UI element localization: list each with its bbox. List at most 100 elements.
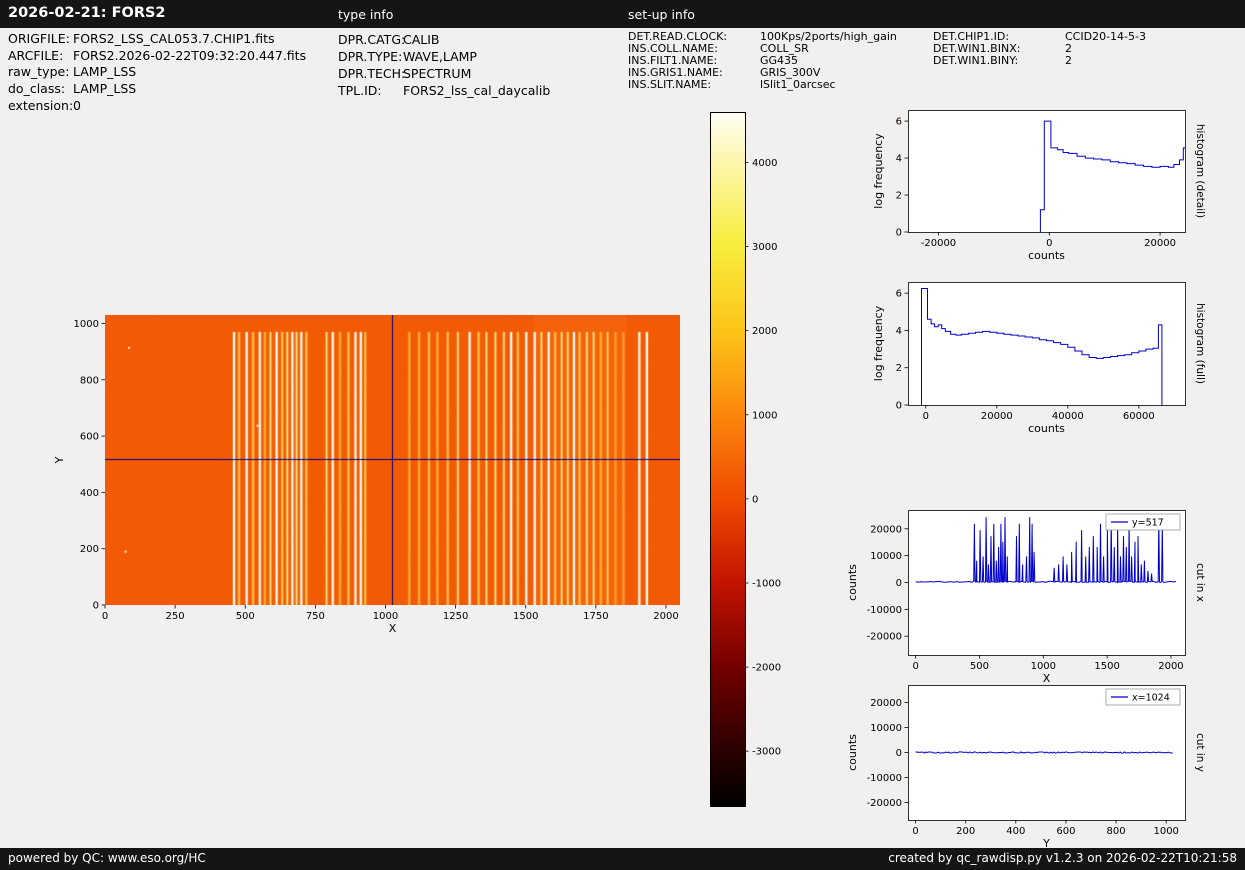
- cut_x-legend-label: y=517: [1132, 518, 1164, 529]
- hist_detail-data-line: [1039, 120, 1185, 232]
- raw_image-xtick-label: 2000: [653, 611, 678, 622]
- raw_image-xtick-label: 500: [236, 611, 255, 622]
- rawtype-label: raw_type:: [8, 64, 70, 79]
- arcfile-row: ARCFILE: FORS2.2026-02-22T09:32:20.447.fi…: [8, 48, 306, 63]
- raw_image-xtick-label: 1500: [513, 611, 538, 622]
- raw_image-ytick-label: 0: [93, 601, 99, 612]
- raw-spectrum-image: [105, 315, 680, 605]
- hist_full-xtick-label: 60000: [1123, 411, 1155, 422]
- cut_y-ytick-label: 10000: [870, 723, 902, 734]
- raw_image-xtick-label: 750: [306, 611, 325, 622]
- hist_full-plot: 0 20000 40000 60000 0 2 4 6 counts log frequency h…: [872, 282, 1206, 435]
- cut_x-legend: [1105, 513, 1181, 531]
- colorbar-ticks: 4000 3000 2000 1000 0 -1000 -2000 -3000: [745, 158, 781, 758]
- raw_image-xtick-label: 1000: [373, 611, 398, 622]
- dpr-type-value: WAVE,LAMP: [403, 49, 477, 64]
- hist_detail-xlabel: counts: [1028, 249, 1065, 262]
- slit-name-value: lSlit1_0arcsec: [760, 78, 836, 91]
- cut_y-data-line: [915, 751, 1173, 754]
- rawtype-row: raw_type: LAMP_LSS: [8, 64, 136, 79]
- cut_x-xtick-label: 500: [970, 661, 989, 672]
- cut_x-xtick-label: 1000: [1031, 661, 1056, 672]
- cut_x-ytick-label: 0: [896, 578, 902, 589]
- doclass-row: do_class: LAMP_LSS: [8, 81, 136, 96]
- dpr-catg-label: DPR.CATG:: [338, 32, 406, 47]
- cut_x-ytick-label: 10000: [870, 551, 902, 562]
- hist_detail-ytick-label: 0: [896, 228, 902, 239]
- extension-label: extension:: [8, 98, 74, 113]
- qc-report-page: 2026-02-21: FORS2 type info set-up info …: [0, 0, 1245, 870]
- raw_image-ytick-label: 400: [80, 488, 99, 499]
- cut_x-xlabel: X: [1043, 672, 1051, 685]
- hist_detail-ylabel: log frequency: [872, 133, 885, 209]
- hist_full-ylabel: log frequency: [872, 305, 885, 381]
- cut_y-ytick-label: -20000: [867, 798, 902, 809]
- cut_x-ytick-label: -10000: [867, 605, 902, 616]
- cut_x-rlabel: cut in x: [1194, 563, 1206, 602]
- biny-label: DET.WIN1.BINY:: [933, 54, 1019, 67]
- slit-name-row: INS.SLIT.NAME: lSlit1_0arcsec: [628, 78, 836, 91]
- hist_full-xtick-label: 20000: [981, 411, 1013, 422]
- colorbar-tick-label: 0: [752, 494, 758, 505]
- type-info-heading: type info: [338, 7, 394, 22]
- cut_y-legend-label: x=1024: [1132, 693, 1170, 704]
- dpr-tech-label: DPR.TECH:: [338, 66, 406, 81]
- slit-name-label: INS.SLIT.NAME:: [628, 78, 712, 91]
- arcfile-value: FORS2.2026-02-22T09:32:20.447.fits: [73, 48, 307, 63]
- footer-bar: powered by QC: www.eso.org/HC created by…: [0, 848, 1245, 870]
- cut_y-ytick-label: -10000: [867, 773, 902, 784]
- cut_x-xtick-label: 0: [912, 661, 918, 672]
- colorbar-tick-label: 3000: [752, 242, 777, 253]
- origfile-row: ORIGFILE: FORS2_LSS_CAL053.7.CHIP1.fits: [8, 31, 275, 46]
- dpr-tech-row: DPR.TECH:SPECTRUM: [338, 66, 471, 81]
- cut_x-plot: 0 500 1000 1500 2000 -20000 -10000 0 10000 20000 X…: [846, 510, 1206, 685]
- creation-info: created by qc_rawdisp.py v1.2.3 on 2026-…: [888, 851, 1237, 865]
- rawtype-value: LAMP_LSS: [73, 64, 137, 79]
- cut_x-xtick-label: 1500: [1094, 661, 1119, 672]
- dpr-type-row: DPR.TYPE:WAVE,LAMP: [338, 49, 477, 64]
- setup-info-heading: set-up info: [628, 7, 695, 22]
- cut_y-ylabel: counts: [846, 734, 859, 771]
- hist_full-data-line: [921, 288, 1163, 405]
- raw_image-xtick-label: 1750: [583, 611, 608, 622]
- raw_image-ytick-label: 1000: [74, 319, 99, 330]
- biny-value: 2: [1065, 54, 1072, 67]
- raw_image-xtick-label: 250: [166, 611, 185, 622]
- header-bar: 2026-02-21: FORS2 type info set-up info: [0, 0, 1245, 28]
- tpl-id-row: TPL.ID: FORS2_lss_cal_daycalib: [338, 83, 550, 98]
- raw_image-ytick-label: 800: [80, 375, 99, 386]
- cut_y-ytick-label: 20000: [870, 698, 902, 709]
- hist_detail-ytick-label: 4: [896, 154, 902, 165]
- dpr-catg-row: DPR.CATG:CALIB: [338, 32, 440, 47]
- dpr-tech-value: SPECTRUM: [403, 66, 472, 81]
- hist_full-rlabel: histogram (full): [1194, 303, 1206, 384]
- cut_x-data-line: [915, 517, 1177, 584]
- hist_full-ytick-label: 0: [896, 401, 902, 412]
- hist_detail-xtick-label: -20000: [921, 238, 956, 249]
- qc-home-link[interactable]: powered by QC: www.eso.org/HC: [8, 851, 206, 865]
- cut_x-ylabel: counts: [846, 564, 859, 601]
- origfile-label: ORIGFILE:: [8, 31, 70, 46]
- hist_detail-plot: -20000 0 20000 0 2 4 6 counts log frequency histo…: [872, 110, 1206, 262]
- cut_y-axes-frame: [908, 685, 1186, 821]
- hist_detail-ytick-label: 2: [896, 191, 902, 202]
- hist_full-ytick-label: 6: [896, 289, 902, 300]
- hist_detail-xtick-label: 20000: [1144, 238, 1176, 249]
- cut_y-rlabel: cut in y: [1194, 733, 1206, 772]
- cut_y-xtick-label: 400: [1006, 826, 1025, 837]
- report-title: 2026-02-21: FORS2: [8, 5, 166, 21]
- origfile-value: FORS2_LSS_CAL053.7.CHIP1.fits: [73, 31, 275, 46]
- doclass-label: do_class:: [8, 81, 66, 96]
- hist_full-ytick-label: 2: [896, 363, 902, 374]
- chip-id-value: CCID20-14-5-3: [1065, 30, 1146, 43]
- cut_y-plot: 0 200 400 600 800 1000 -20000 -10000 0 10000 20000…: [846, 685, 1206, 850]
- raw_image-xlabel: X: [389, 622, 397, 635]
- cut_x-xtick-label: 2000: [1158, 661, 1183, 672]
- tpl-id-label: TPL.ID:: [338, 83, 382, 98]
- colorbar-tick-label: 1000: [752, 410, 777, 421]
- raw_image-ylabel: Y: [53, 456, 66, 464]
- raw_image-ytick-label: 600: [80, 432, 99, 443]
- cut_x-axes-frame: [908, 510, 1186, 656]
- cut_y-legend: [1105, 688, 1181, 706]
- hist_full-ytick-label: 4: [896, 326, 902, 337]
